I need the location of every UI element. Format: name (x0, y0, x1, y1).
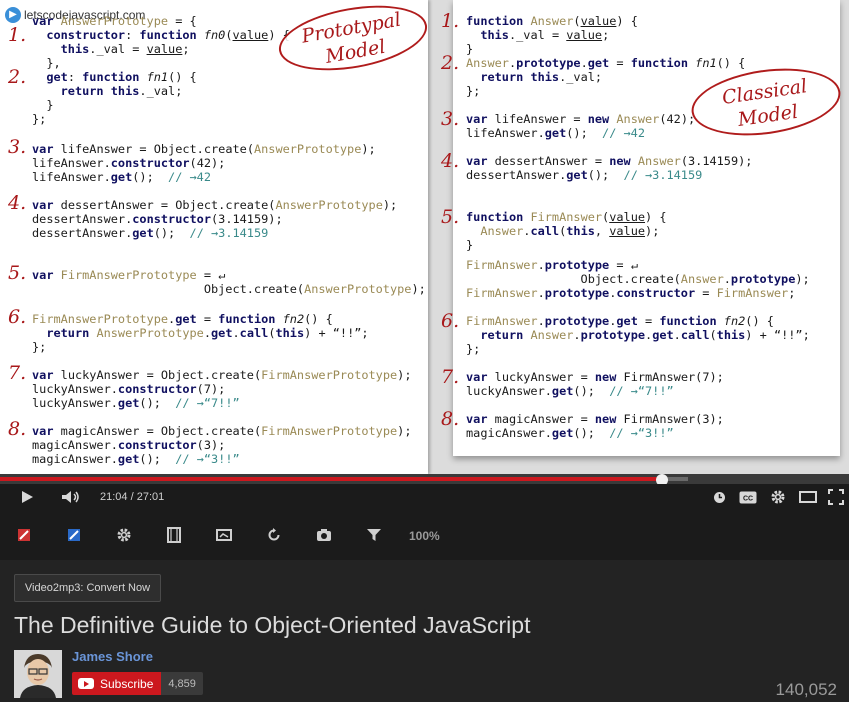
play-icon (22, 491, 33, 503)
video-info: Video2mp3: Convert Now The Definitive Gu… (0, 560, 849, 702)
theater-mode-button[interactable] (796, 484, 820, 510)
volume-icon (62, 491, 79, 503)
code-block: FirmAnswerPrototype.get = function fn2()… (32, 312, 369, 354)
current-time: 21:04 (100, 491, 128, 503)
avatar[interactable] (14, 650, 62, 698)
step-number: 1. (441, 10, 460, 32)
prototypal-model-stamp: Prototypal Model (273, 0, 433, 81)
zoom-level[interactable]: 100% (409, 529, 440, 543)
youtube-logo-icon (78, 678, 94, 689)
settings-button[interactable] (766, 484, 790, 510)
channel-name[interactable]: James Shore (72, 649, 153, 664)
subscriber-count: 4,859 (161, 672, 203, 695)
player-controls: 21:04 / 27:01 CC (0, 484, 849, 510)
step-number: 6. (441, 310, 460, 332)
code-block: function FirmAnswer(value) { Answer.call… (466, 210, 667, 252)
gear-icon[interactable] (114, 525, 134, 545)
step-number: 8. (441, 408, 460, 430)
convert-now-button[interactable]: Video2mp3: Convert Now (14, 574, 161, 602)
play-logo-icon: ▶ (5, 7, 21, 23)
step-number: 6. (8, 306, 27, 328)
progress-bar[interactable] (0, 474, 849, 486)
step-number: 5. (441, 206, 460, 228)
step-number: 5. (8, 262, 27, 284)
code-block: FirmAnswer.prototype.get = function fn2(… (466, 314, 810, 356)
subscribe-group: Subscribe 4,859 (72, 672, 203, 695)
extension-toolbar: 100% (0, 510, 849, 560)
time-display: 21:04 / 27:01 (100, 491, 165, 503)
captions-icon: CC (739, 491, 757, 503)
volume-button[interactable] (58, 484, 84, 510)
code-block: var lifeAnswer = new Answer(42); lifeAns… (466, 112, 696, 140)
step-number: 2. (441, 52, 460, 74)
subscribe-label: Subscribe (100, 676, 154, 691)
code-block: var AnswerPrototype = { constructor: fun… (32, 14, 290, 126)
code-block: var magicAnswer = new FirmAnswer(3); mag… (466, 412, 724, 440)
step-number: 4. (441, 150, 460, 172)
step-number: 3. (441, 108, 460, 130)
code-block: FirmAnswer.prototype = ↵ Object.create(A… (466, 258, 810, 300)
camera-icon[interactable] (314, 525, 334, 545)
fullscreen-button[interactable] (824, 484, 848, 510)
step-number: 7. (441, 366, 460, 388)
clock-icon (713, 491, 725, 503)
screen-icon[interactable] (214, 525, 234, 545)
code-block: var dessertAnswer = Object.create(Answer… (32, 198, 398, 240)
step-number: 7. (8, 362, 27, 384)
code-block: var dessertAnswer = new Answer(3.14159);… (466, 154, 753, 182)
step-number: 8. (8, 418, 27, 440)
film-icon[interactable] (164, 525, 184, 545)
theater-icon (799, 491, 817, 503)
code-block: var FirmAnswerPrototype = ↵ Object.creat… (32, 268, 426, 296)
captions-button[interactable]: CC (736, 484, 760, 510)
code-block: var lifeAnswer = Object.create(AnswerPro… (32, 142, 376, 184)
avatar-image (14, 650, 62, 698)
code-block: var luckyAnswer = new FirmAnswer(7); luc… (466, 370, 724, 398)
svg-text:CC: CC (743, 495, 753, 502)
fullscreen-icon (828, 489, 844, 505)
prototypal-code-panel: ▶ letscodejavascript.com 1. 2. 3. 4. 5. … (0, 0, 433, 474)
filter-icon[interactable] (364, 525, 384, 545)
duration: 27:01 (136, 491, 165, 503)
classical-code-panel: 1. 2. 3. 4. 5. 6. 7. 8. function Answer(… (441, 0, 845, 456)
play-button[interactable] (14, 484, 40, 510)
step-number: 1. (8, 24, 27, 46)
step-number: 4. (8, 192, 27, 214)
subscribe-button[interactable]: Subscribe (72, 672, 162, 695)
replay-icon[interactable] (264, 525, 284, 545)
colorpicker-alt-icon[interactable] (64, 525, 84, 545)
code-block: function Answer(value) { this._val = val… (466, 14, 638, 56)
watch-later-button[interactable] (708, 484, 730, 510)
step-number: 2. (8, 66, 27, 88)
code-block: var magicAnswer = Object.create(FirmAnsw… (32, 424, 412, 466)
colorpicker-icon[interactable] (14, 525, 34, 545)
code-block: var luckyAnswer = Object.create(FirmAnsw… (32, 368, 412, 410)
video-title: The Definitive Guide to Object-Oriented … (14, 612, 531, 638)
video-frame[interactable]: ▶ letscodejavascript.com 1. 2. 3. 4. 5. … (0, 0, 849, 475)
played-bar (0, 477, 663, 481)
gear-icon (771, 490, 785, 504)
view-count: 140,052 (775, 680, 837, 699)
step-number: 3. (8, 136, 27, 158)
